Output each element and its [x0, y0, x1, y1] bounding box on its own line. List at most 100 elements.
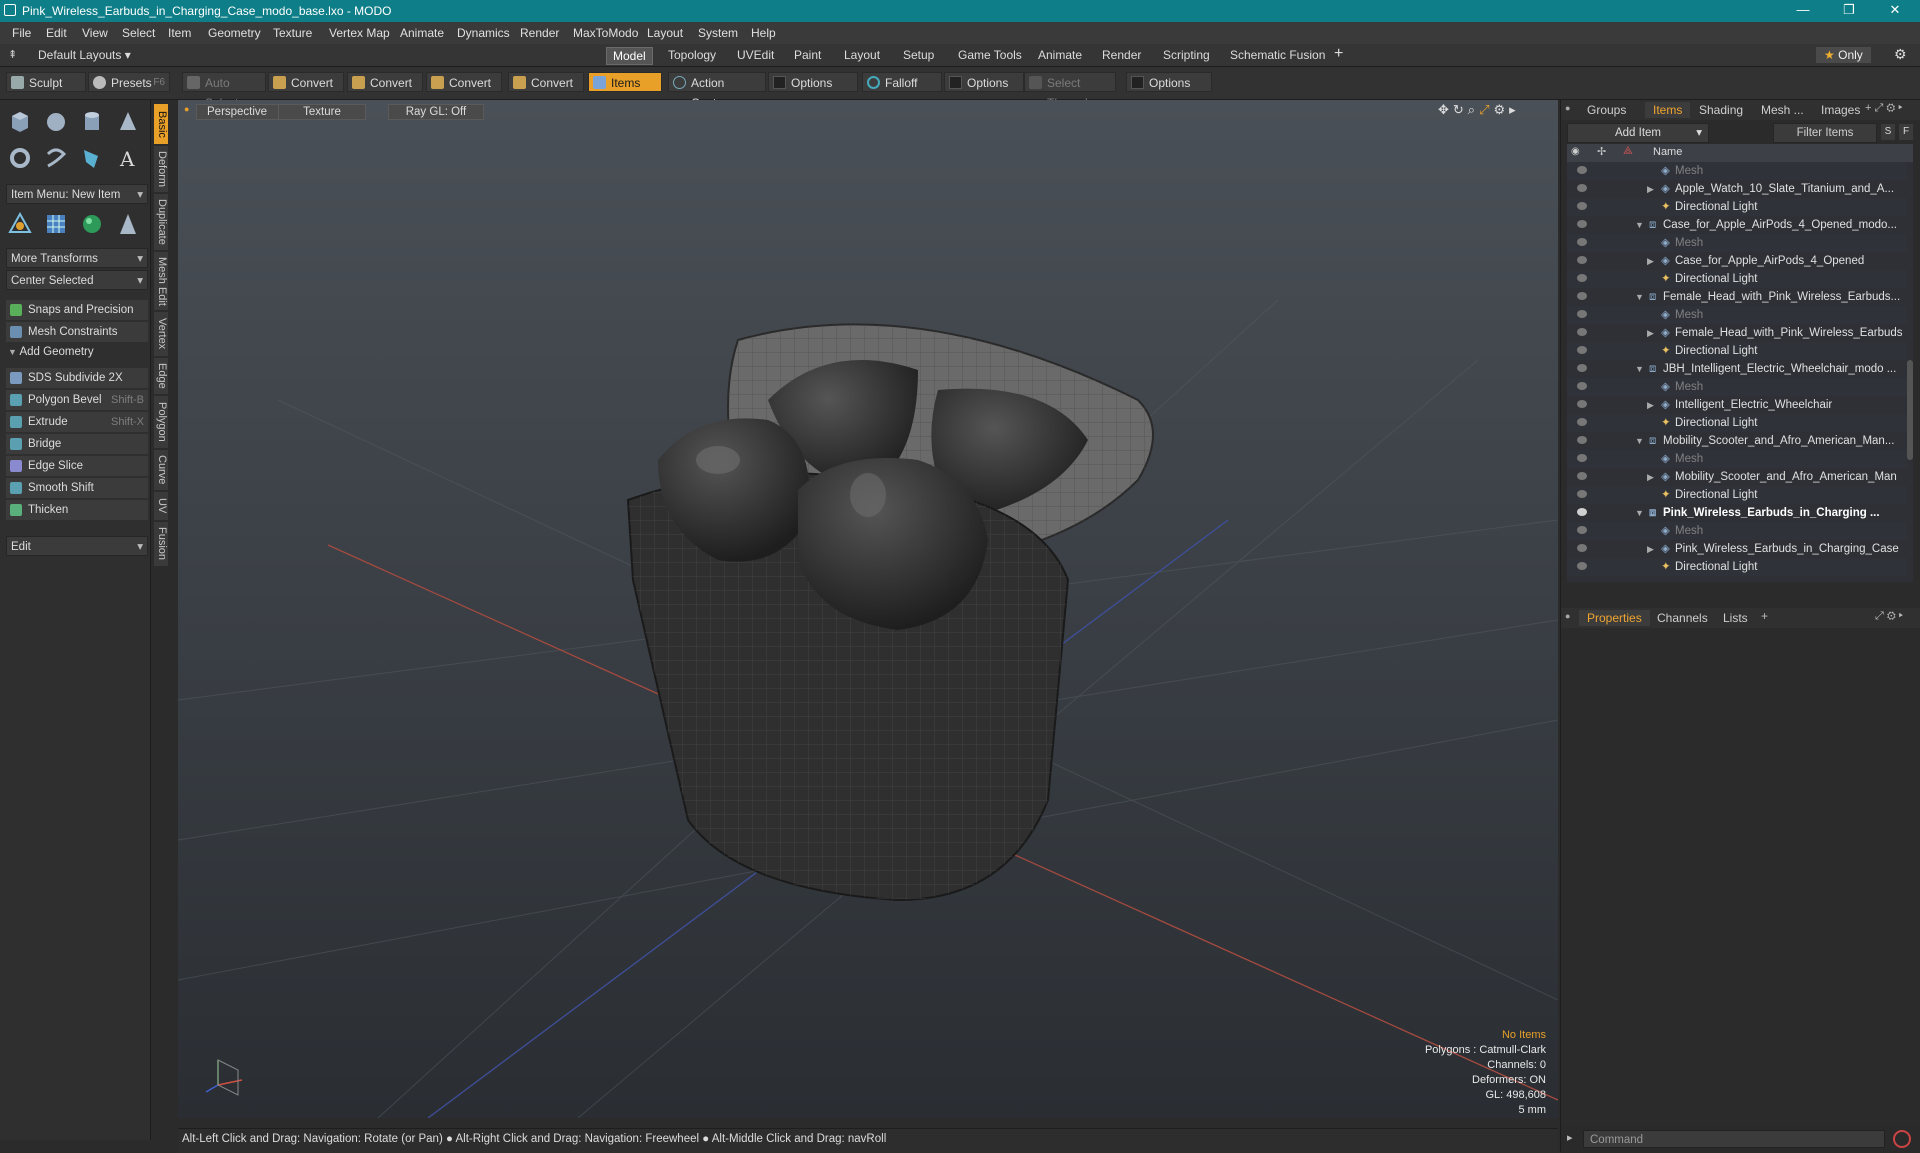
tree-row[interactable]: ◈ Mesh: [1567, 378, 1907, 396]
minimize-icon[interactable]: —: [1780, 0, 1826, 22]
tab-game-tools[interactable]: Game Tools: [952, 47, 1028, 63]
visibility-eye-icon[interactable]: [1577, 526, 1587, 534]
locator-icon[interactable]: [4, 208, 36, 240]
auto-select-button[interactable]: Auto Select: [182, 72, 266, 110]
command-history-icon[interactable]: [1893, 1130, 1911, 1148]
filter-items-input[interactable]: Filter Items: [1773, 123, 1877, 143]
visibility-eye-icon[interactable]: [1577, 202, 1587, 210]
polygon-bevel-button[interactable]: Polygon Bevel Shift-B: [6, 390, 148, 410]
filter-f-button[interactable]: F: [1899, 124, 1913, 140]
expand-icon[interactable]: ▶: [1647, 324, 1654, 342]
tree-row[interactable]: ▶ ◈ Intelligent_Electric_Wheelchair: [1567, 396, 1907, 414]
snaps-button[interactable]: Snaps and Precision: [6, 300, 148, 320]
convert-vertices-button[interactable]: Convert: [268, 72, 344, 92]
tree-row[interactable]: ✦ Directional Light: [1567, 414, 1907, 432]
visibility-column-icon[interactable]: ◉: [1571, 146, 1580, 157]
expand-icon[interactable]: ▶: [1647, 396, 1654, 414]
torus-icon[interactable]: [4, 142, 36, 174]
name-column-header[interactable]: Name: [1653, 146, 1682, 158]
menu-geometry[interactable]: Geometry: [208, 26, 261, 40]
close-icon[interactable]: ✕: [1872, 0, 1918, 22]
menu-dynamics[interactable]: Dynamics: [457, 26, 510, 40]
menu-layout[interactable]: Layout: [647, 26, 683, 40]
visibility-eye-icon[interactable]: [1577, 436, 1587, 444]
convert-polygons-button[interactable]: Convert: [426, 72, 502, 92]
collapse-icon[interactable]: ▼: [1635, 504, 1644, 522]
expand-icon[interactable]: ▶: [1647, 252, 1654, 270]
tab-animate[interactable]: Animate: [1032, 47, 1088, 63]
tree-row[interactable]: ▶ ◈ Case_for_Apple_AirPods_4_Opened: [1567, 252, 1907, 270]
vtab-deform[interactable]: Deform: [154, 146, 168, 192]
tree-row[interactable]: ▶ ◈ Female_Head_with_Pink_Wireless_Earbuds: [1567, 324, 1907, 342]
tab-shading[interactable]: Shading: [1691, 102, 1751, 118]
expand-icon[interactable]: ▶: [1647, 180, 1654, 198]
3d-viewport[interactable]: ● Perspective Texture Ray GL: Off ✥↻⌕⤢⚙▸: [178, 100, 1558, 1118]
tab-render[interactable]: Render: [1096, 47, 1147, 63]
menu-maxtomodo[interactable]: MaxToModo: [573, 26, 638, 40]
vtab-curve[interactable]: Curve: [154, 450, 168, 490]
collapse-icon[interactable]: ▼: [1635, 360, 1644, 378]
visibility-eye-icon[interactable]: [1577, 562, 1587, 570]
panel-menu-icon[interactable]: ●: [1565, 103, 1570, 113]
type-column-icon[interactable]: ⟁: [1623, 145, 1633, 158]
mesh-constraints-button[interactable]: Mesh Constraints: [6, 322, 148, 342]
tree-row[interactable]: ✦ Directional Light: [1567, 270, 1907, 288]
menu-select[interactable]: Select: [122, 26, 155, 40]
cube-icon[interactable]: [4, 106, 36, 138]
visibility-eye-icon[interactable]: [1577, 364, 1587, 372]
command-input[interactable]: Command: [1583, 1130, 1885, 1148]
pen-tool-icon[interactable]: [76, 142, 108, 174]
tab-items[interactable]: Items: [1645, 102, 1691, 118]
expand-icon[interactable]: ▶: [1647, 468, 1654, 486]
convert-items-button[interactable]: Convert: [508, 72, 584, 92]
tree-row[interactable]: ◈ Mesh: [1567, 162, 1907, 180]
tree-row[interactable]: ▶ ◈ Pink_Wireless_Earbuds_in_Charging_Case: [1567, 540, 1907, 558]
visibility-eye-icon[interactable]: [1577, 310, 1587, 318]
tab-setup[interactable]: Setup: [897, 47, 940, 63]
tab-channels[interactable]: Channels: [1649, 610, 1716, 626]
default-layouts-dropdown[interactable]: Default Layouts ▾: [38, 48, 131, 62]
vtab-edge[interactable]: Edge: [154, 358, 168, 394]
sculpt-button[interactable]: Sculpt: [6, 72, 86, 92]
tab-scripting[interactable]: Scripting: [1157, 47, 1216, 63]
tree-row[interactable]: ✦ Directional Light: [1567, 198, 1907, 216]
grid-icon[interactable]: [40, 208, 72, 240]
text-tool-icon[interactable]: A: [112, 142, 144, 174]
only-toggle[interactable]: ★ Only: [1816, 47, 1871, 63]
sds-subdivide-button[interactable]: SDS Subdivide 2X: [6, 368, 148, 388]
visibility-eye-icon[interactable]: [1577, 328, 1587, 336]
presets-button[interactable]: Presets F6: [88, 72, 170, 92]
tree-row[interactable]: ▶ ◈ Apple_Watch_10_Slate_Titanium_and_A...: [1567, 180, 1907, 198]
expand-icon[interactable]: ▶: [1647, 540, 1654, 558]
tree-row[interactable]: ▼ ⧈ Pink_Wireless_Earbuds_in_Charging ...: [1567, 504, 1907, 522]
visibility-eye-icon[interactable]: [1577, 274, 1587, 282]
visibility-eye-icon[interactable]: [1577, 346, 1587, 354]
layout-menu-icon[interactable]: ⇞: [8, 48, 17, 61]
add-tab-icon[interactable]: +: [1761, 609, 1768, 623]
tree-row[interactable]: ✦ Directional Light: [1567, 486, 1907, 504]
thicken-button[interactable]: Thicken: [6, 500, 148, 520]
tree-row[interactable]: ✦ Directional Light: [1567, 558, 1907, 576]
visibility-eye-icon[interactable]: [1577, 292, 1587, 300]
visibility-eye-icon[interactable]: [1577, 238, 1587, 246]
tree-row[interactable]: ▼ ⧈ Female_Head_with_Pink_Wireless_Earbuds…: [1567, 288, 1907, 306]
add-item-dropdown[interactable]: Add Item ▾: [1567, 123, 1709, 143]
tab-layout[interactable]: Layout: [838, 47, 886, 63]
visibility-eye-icon[interactable]: [1577, 220, 1587, 228]
menu-system[interactable]: System: [698, 26, 738, 40]
visibility-eye-icon[interactable]: [1577, 454, 1587, 462]
vtab-vertex[interactable]: Vertex: [154, 312, 168, 356]
tab-mesh[interactable]: Mesh ...: [1753, 102, 1812, 118]
tab-images[interactable]: Images: [1813, 102, 1868, 118]
tab-properties[interactable]: Properties: [1579, 610, 1650, 626]
tab-groups[interactable]: Groups: [1579, 102, 1634, 118]
item-menu-dropdown[interactable]: Item Menu: New Item: [6, 184, 148, 205]
menu-help[interactable]: Help: [751, 26, 776, 40]
collapse-icon[interactable]: ▼: [1635, 288, 1644, 306]
tree-row[interactable]: ✦ Directional Light: [1567, 342, 1907, 360]
vtab-polygon[interactable]: Polygon: [154, 396, 168, 448]
tree-row[interactable]: ◈ Mesh: [1567, 306, 1907, 324]
menu-vertex-map[interactable]: Vertex Map: [329, 26, 390, 40]
collapse-icon[interactable]: ▼: [1635, 216, 1644, 234]
visibility-eye-icon[interactable]: [1577, 184, 1587, 192]
